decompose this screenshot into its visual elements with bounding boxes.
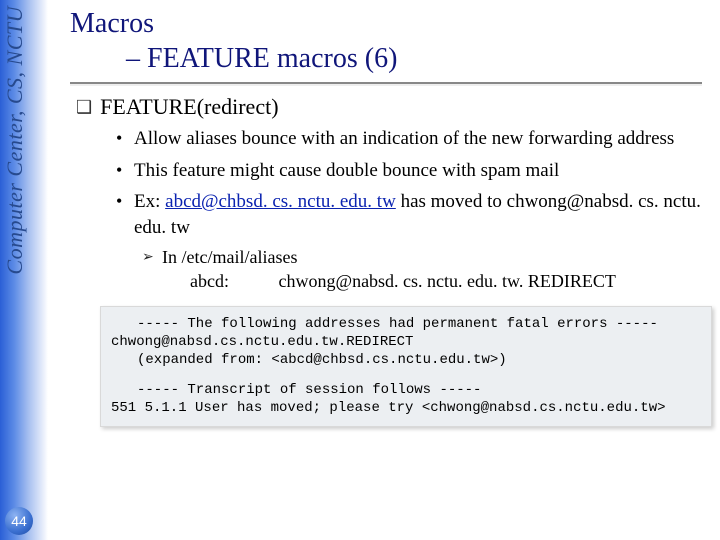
- code-block: ----- The following addresses had perman…: [100, 306, 712, 427]
- sub2-list: In /etc/mail/aliases abcd: chwong@nabsd.…: [144, 247, 702, 292]
- sub-bullet-2: This feature might cause double bounce w…: [116, 158, 702, 184]
- code-line-3: (expanded from: <abcd@chbsd.cs.nctu.edu.…: [111, 351, 701, 369]
- sub-bullet-3: Ex: abcd@chbsd. cs. nctu. edu. tw has mo…: [116, 189, 702, 240]
- page-number-badge: 44: [5, 507, 33, 535]
- slide-title: Macros – FEATURE macros (6): [70, 6, 702, 76]
- sidebar-gradient: Computer Center, CS, NCTU: [0, 0, 48, 540]
- content-area: Macros – FEATURE macros (6) FEATURE(redi…: [70, 6, 702, 427]
- alias-key: abcd:: [190, 271, 274, 292]
- alias-value: chwong@nabsd. cs. nctu. edu. tw. REDIREC…: [279, 271, 616, 291]
- sub3-prefix: Ex:: [134, 191, 165, 212]
- sub-bullet-1: Allow aliases bounce with an indication …: [116, 126, 702, 152]
- title-line-1: Macros: [70, 6, 702, 41]
- code-line-1: ----- The following addresses had perman…: [111, 315, 701, 333]
- title-divider: [70, 82, 702, 84]
- sub-bullet-list: Allow aliases bounce with an indication …: [116, 126, 702, 292]
- bullet-feature-redirect: FEATURE(redirect): [76, 94, 702, 120]
- code-line-5: 551 5.1.1 User has moved; please try <ch…: [111, 400, 666, 416]
- code-line-2: chwong@nabsd.cs.nctu.edu.tw.REDIRECT: [111, 334, 413, 350]
- sub2-item-1: In /etc/mail/aliases: [144, 247, 702, 268]
- alias-row: abcd: chwong@nabsd. cs. nctu. edu. tw. R…: [190, 271, 702, 292]
- email-link[interactable]: abcd@chbsd. cs. nctu. edu. tw: [165, 191, 396, 212]
- sidebar-text: Computer Center, CS, NCTU: [2, 6, 28, 275]
- title-line-2: – FEATURE macros (6): [126, 41, 702, 76]
- slide: Computer Center, CS, NCTU 44 Macros – FE…: [0, 0, 720, 540]
- code-gap: [111, 369, 701, 381]
- code-line-4: ----- Transcript of session follows ----…: [111, 381, 701, 399]
